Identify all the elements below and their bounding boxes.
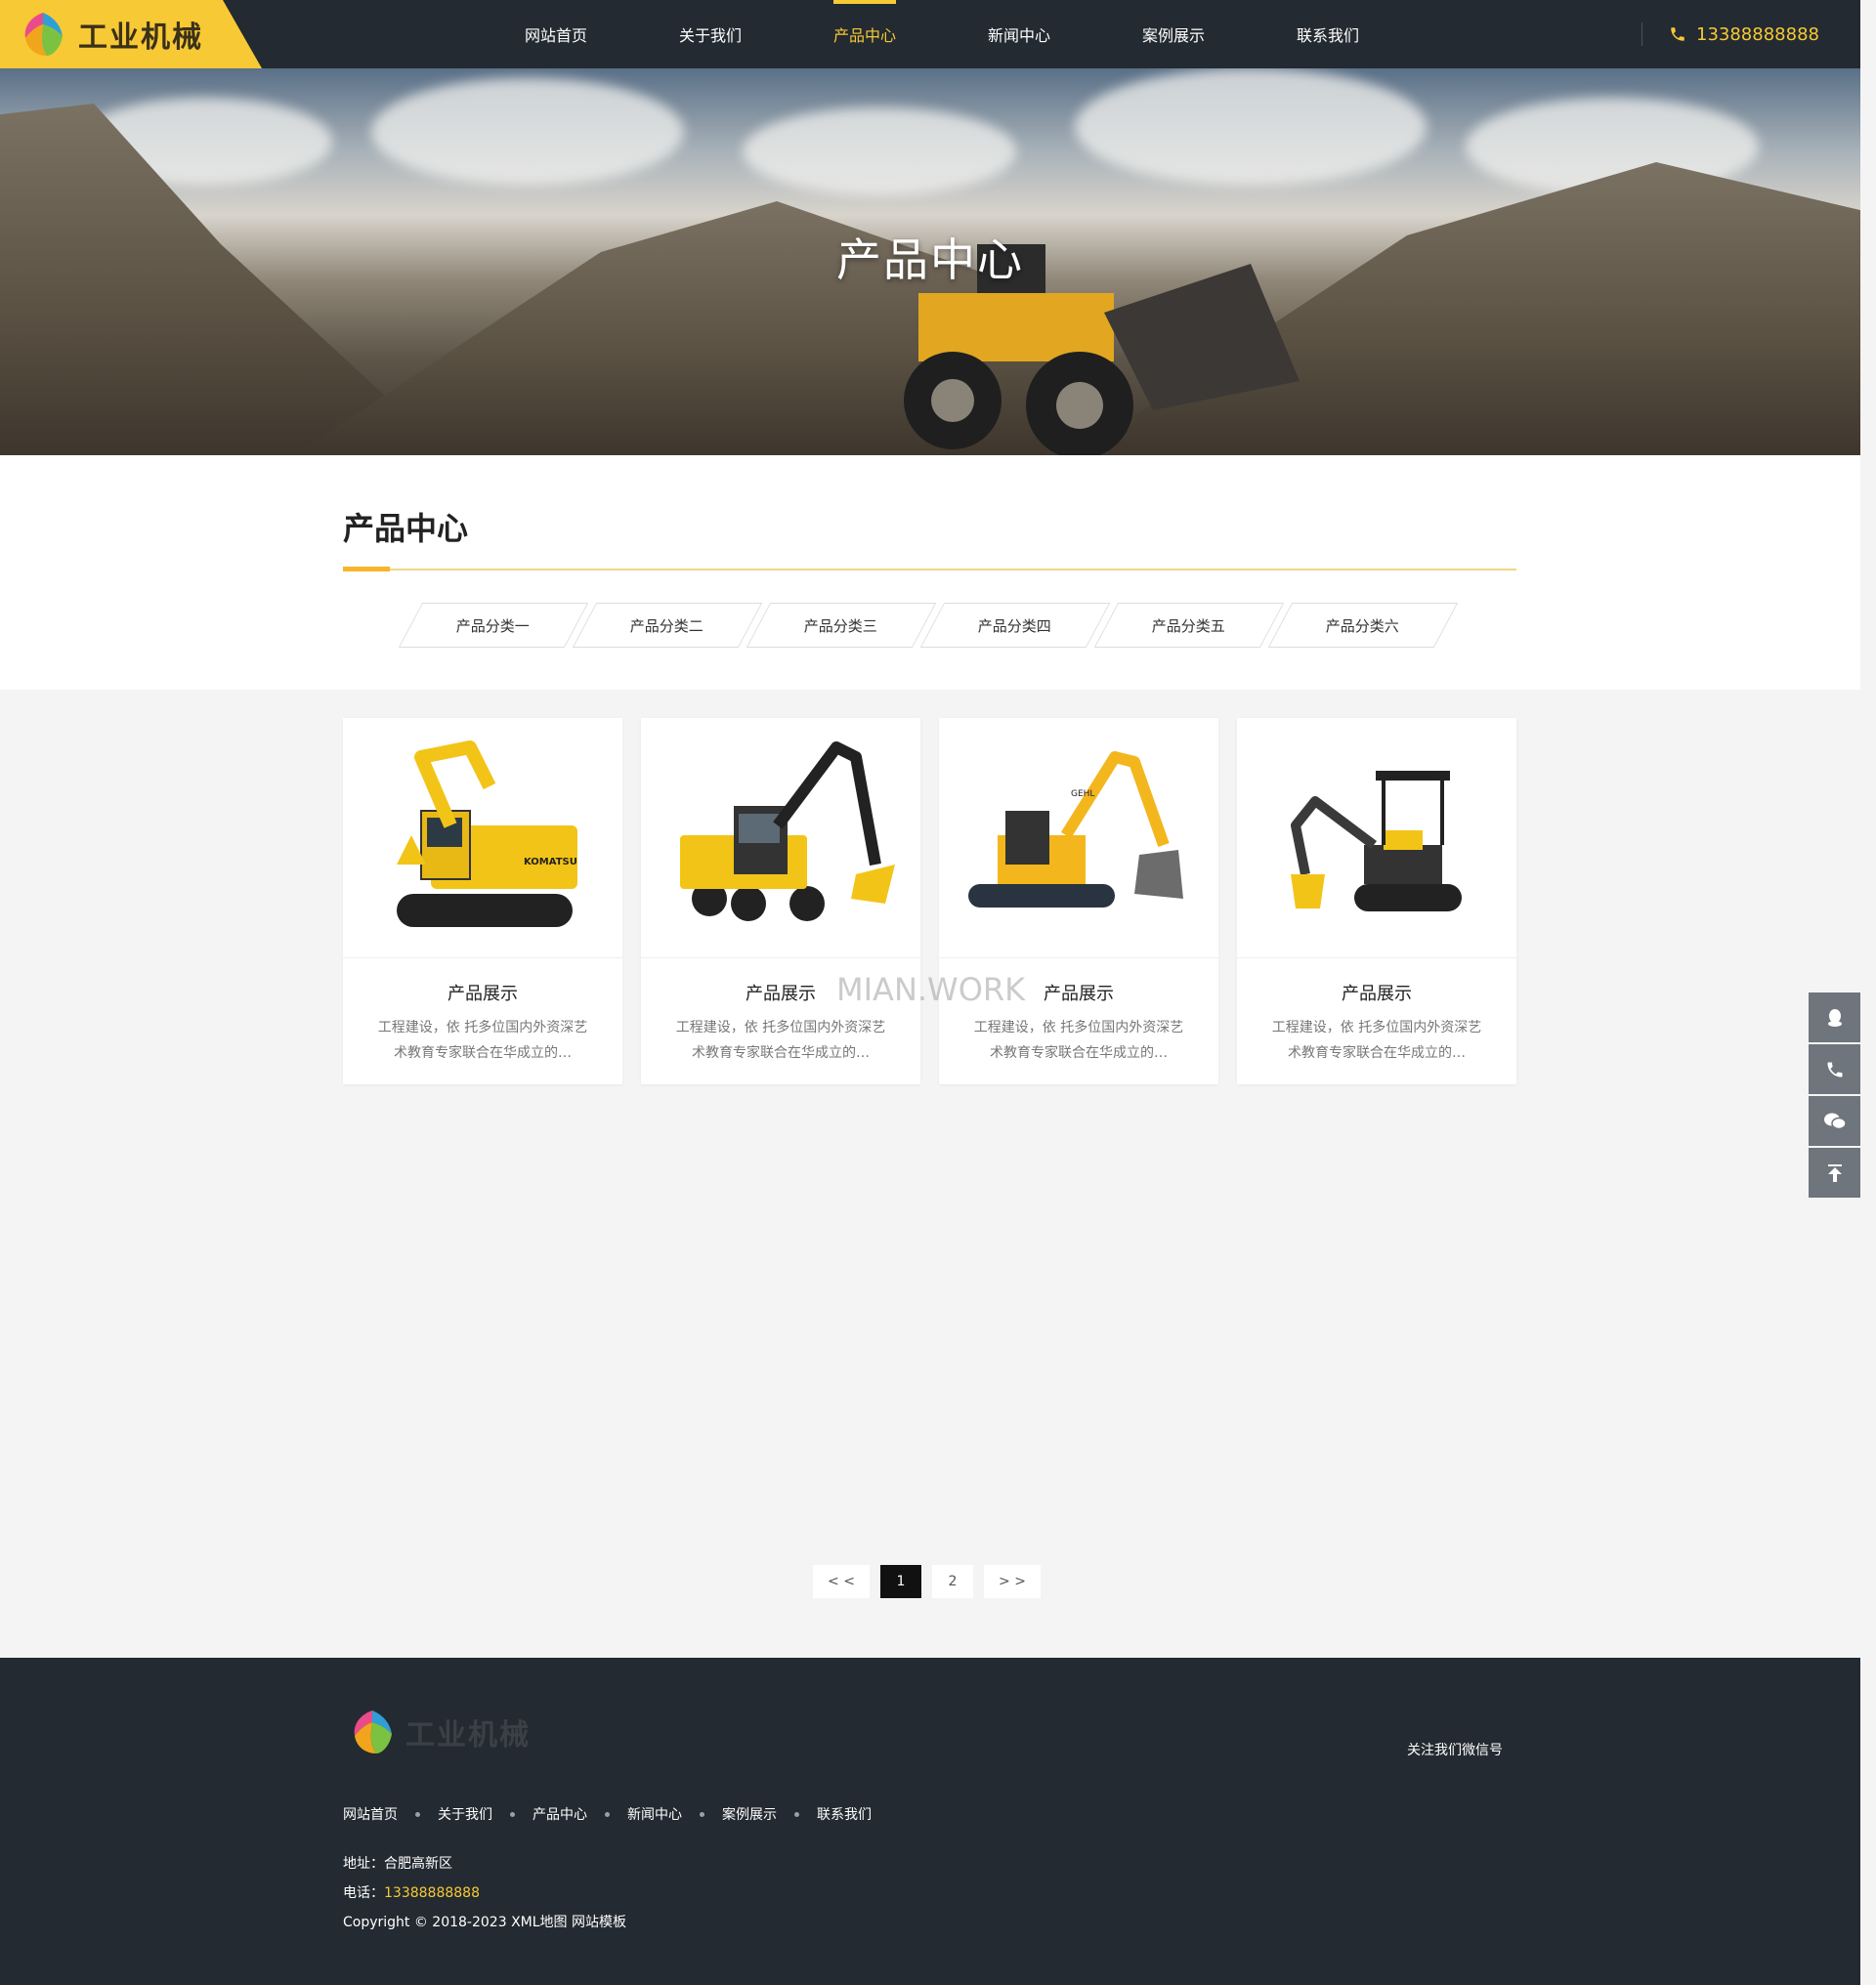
footer-nav-products[interactable]: 产品中心 <box>533 1804 587 1824</box>
footer-logo-title: 工业机械 <box>405 1718 531 1753</box>
header-phone[interactable]: 13388888888 <box>1669 0 1819 68</box>
logo-icon <box>354 1710 392 1753</box>
product-grid: KOMATSU 产品展示 工程建设，依 托多位国内外资深艺术教育专家联合在华成立… <box>343 718 1516 1084</box>
wechat-icon <box>1823 1113 1847 1129</box>
nav-item-contact[interactable]: 联系我们 <box>1251 0 1405 68</box>
footer-nav-separator <box>700 1811 704 1817</box>
phone-icon <box>1827 1062 1842 1077</box>
logo-title: 工业机械 <box>78 21 203 55</box>
product-desc: 工程建设，依 托多位国内外资深艺术教育专家联合在华成立的… <box>973 1020 1184 1061</box>
phone-button[interactable] <box>1809 1044 1860 1094</box>
footer-nav-separator <box>605 1811 610 1817</box>
qq-icon <box>1827 1008 1842 1027</box>
logo-icon <box>18 9 68 60</box>
footer-nav-separator <box>415 1811 420 1817</box>
wechat-button[interactable] <box>1809 1096 1860 1146</box>
product-image-compact-excavator: GEHL <box>939 718 1218 958</box>
pagination: < < 1 2 > > <box>813 1565 1051 1598</box>
footer-phone-number[interactable]: 13388888888 <box>384 1885 480 1901</box>
footer-follow-wechat: 关注我们微信号 <box>1407 1743 1503 1758</box>
side-toolbar <box>1809 992 1860 1200</box>
svg-text:KOMATSU: KOMATSU <box>524 857 577 867</box>
product-desc: 工程建设，依 托多位国内外资深艺术教育专家联合在华成立的… <box>1271 1020 1482 1061</box>
footer-phone: 电话：13388888888 <box>343 1882 480 1902</box>
footer-address-value: 合肥高新区 <box>384 1856 452 1872</box>
pagination-prev[interactable]: < < <box>813 1565 870 1598</box>
footer-nav-news[interactable]: 新闻中心 <box>627 1804 682 1824</box>
nav-item-about[interactable]: 关于我们 <box>633 0 788 68</box>
site-footer: 工业机械 关注我们微信号 网站首页 关于我们 产品中心 新闻中心 案例展示 联系… <box>0 1658 1860 1985</box>
main-nav: 网站首页 关于我们 产品中心 新闻中心 案例展示 联系我们 <box>479 0 1405 68</box>
pagination-page-2[interactable]: 2 <box>932 1565 973 1598</box>
pagination-next[interactable]: > > <box>984 1565 1041 1598</box>
section-divider <box>343 569 1516 570</box>
product-card[interactable]: GEHL 产品展示 工程建设，依 托多位国内外资深艺术教育专家联合在华成立的… <box>939 718 1218 1084</box>
category-tab-5[interactable]: 产品分类五 <box>1093 603 1285 648</box>
footer-copyright: Copyright © 2018-2023 XML地图 网站模板 <box>343 1915 626 1930</box>
product-card[interactable]: KOMATSU 产品展示 工程建设，依 托多位国内外资深艺术教育专家联合在华成立… <box>343 718 622 1084</box>
product-card[interactable]: 产品展示 工程建设，依 托多位国内外资深艺术教育专家联合在华成立的… <box>1237 718 1516 1084</box>
category-tabs: 产品分类一 产品分类二 产品分类三 产品分类四 产品分类五 产品分类六 <box>398 603 1459 648</box>
footer-nav-contact[interactable]: 联系我们 <box>817 1804 872 1824</box>
footer-address: 地址：合肥高新区 <box>343 1853 452 1873</box>
category-tab-6[interactable]: 产品分类六 <box>1267 603 1459 648</box>
footer-nav-cases[interactable]: 案例展示 <box>722 1804 777 1824</box>
footer-phone-label: 电话： <box>343 1885 384 1901</box>
product-image-yellow-crawler-excavator: KOMATSU <box>343 718 622 958</box>
footer-logo[interactable]: 工业机械 <box>347 1707 531 1757</box>
footer-nav-separator <box>794 1811 799 1817</box>
page-banner: 产品中心 <box>0 68 1860 455</box>
back-to-top-button[interactable] <box>1809 1148 1860 1198</box>
site-header: 工业机械 网站首页 关于我们 产品中心 新闻中心 案例展示 联系我们 13388… <box>0 0 1860 68</box>
product-desc: 工程建设，依 托多位国内外资深艺术教育专家联合在华成立的… <box>377 1020 588 1061</box>
header-phone-number: 13388888888 <box>1696 23 1819 45</box>
footer-address-label: 地址： <box>343 1856 384 1872</box>
product-title: 产品展示 <box>1342 984 1412 1004</box>
category-band <box>0 455 1860 690</box>
nav-item-cases[interactable]: 案例展示 <box>1096 0 1251 68</box>
category-tab-1[interactable]: 产品分类一 <box>398 603 589 648</box>
phone-icon <box>1671 27 1684 41</box>
product-image-wheeled-excavator <box>641 718 920 958</box>
footer-nav-separator <box>510 1811 515 1817</box>
product-desc: 工程建设，依 托多位国内外资深艺术教育专家联合在华成立的… <box>675 1020 886 1061</box>
qq-button[interactable] <box>1809 992 1860 1042</box>
nav-item-news[interactable]: 新闻中心 <box>942 0 1096 68</box>
nav-item-home[interactable]: 网站首页 <box>479 0 633 68</box>
back-to-top-icon <box>1827 1163 1842 1182</box>
product-card[interactable]: 产品展示 工程建设，依 托多位国内外资深艺术教育专家联合在华成立的… <box>641 718 920 1084</box>
footer-nav: 网站首页 关于我们 产品中心 新闻中心 案例展示 联系我们 <box>343 1804 872 1824</box>
product-image-mini-excavator <box>1237 718 1516 958</box>
footer-nav-about[interactable]: 关于我们 <box>438 1804 492 1824</box>
pagination-page-1[interactable]: 1 <box>880 1565 921 1598</box>
category-tab-4[interactable]: 产品分类四 <box>919 603 1111 648</box>
category-tab-3[interactable]: 产品分类三 <box>746 603 937 648</box>
category-tab-2[interactable]: 产品分类二 <box>572 603 763 648</box>
banner-title: 产品中心 <box>836 233 1024 286</box>
section-title: 产品中心 <box>343 510 469 547</box>
svg-text:GEHL: GEHL <box>1071 789 1094 799</box>
watermark: MIAN.WORK <box>836 971 1026 1008</box>
product-title: 产品展示 <box>448 984 518 1004</box>
nav-item-products[interactable]: 产品中心 <box>788 0 942 68</box>
site-logo[interactable]: 工业机械 <box>0 0 262 68</box>
footer-nav-home[interactable]: 网站首页 <box>343 1804 398 1824</box>
section-divider-accent <box>343 567 390 571</box>
